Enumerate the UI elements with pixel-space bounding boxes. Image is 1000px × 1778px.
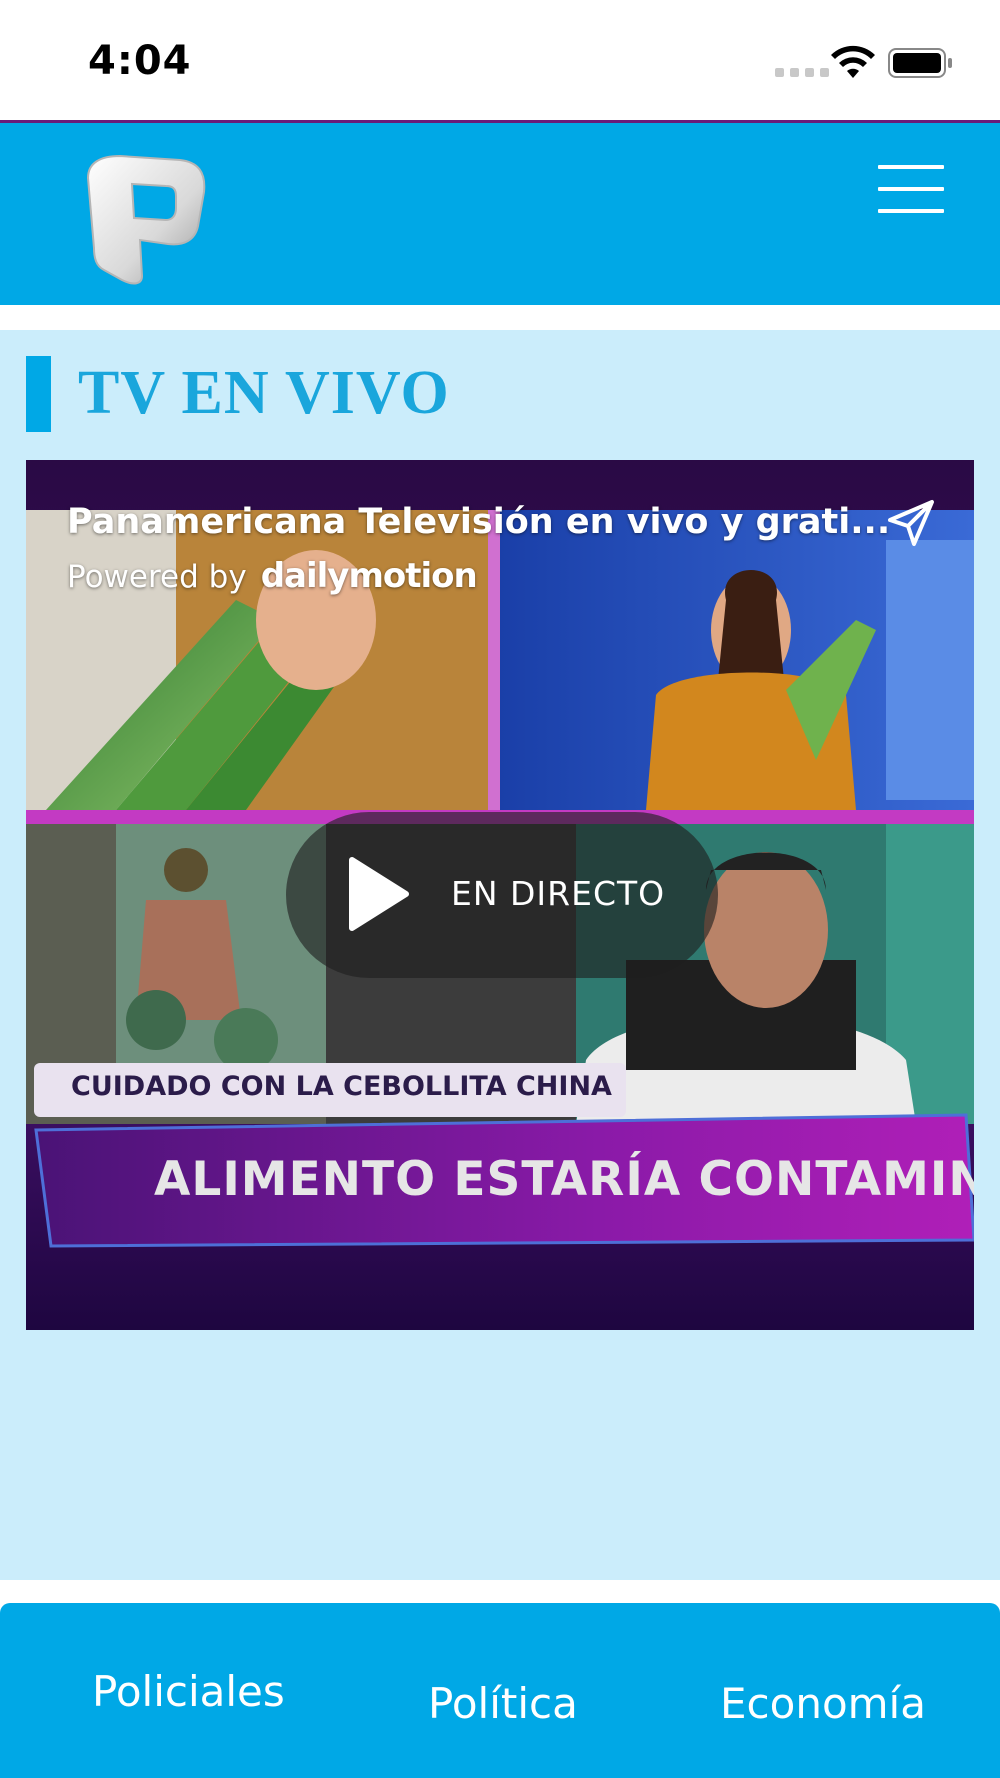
play-icon: [349, 857, 409, 931]
nav-item-policiales[interactable]: Policiales: [92, 1667, 285, 1716]
section-title: TV EN VIVO: [78, 359, 450, 427]
nav-item-politica[interactable]: Política: [428, 1679, 578, 1728]
live-label: EN DIRECTO: [451, 874, 666, 913]
battery-icon: [888, 48, 952, 78]
section-accent-bar: [26, 356, 51, 432]
bottom-nav: Policiales Política Economía: [0, 1603, 1000, 1778]
panamericana-logo[interactable]: [80, 148, 210, 288]
caption-chip-text: CUIDADO CON LA CEBOLLITA CHINA: [71, 1071, 612, 1102]
footer-gap: [0, 1580, 1000, 1603]
signal-dots-icon: [775, 68, 829, 77]
video-headline: ALIMENTO ESTARÍA CONTAMINA: [154, 1152, 974, 1207]
dailymotion-brand[interactable]: dailymotion: [261, 556, 478, 596]
live-play-button[interactable]: EN DIRECTO: [286, 812, 718, 978]
menu-button[interactable]: [878, 165, 950, 217]
status-time: 4:04: [88, 38, 192, 84]
app-header: [0, 120, 1000, 305]
powered-by-row: Powered by dailymotion: [67, 556, 478, 596]
video-title[interactable]: Panamericana Televisión en vivo y grati.…: [67, 502, 890, 542]
status-bar: 4:04: [0, 0, 1000, 120]
video-player[interactable]: Panamericana Televisión en vivo y grati.…: [26, 460, 974, 1330]
share-send-icon[interactable]: [886, 498, 936, 548]
wifi-icon: [831, 45, 875, 78]
powered-by-label: Powered by: [67, 559, 247, 595]
main-content: TV EN VIVO Panamericana Televisión en vi…: [0, 330, 1000, 1580]
nav-item-economia[interactable]: Economía: [720, 1679, 926, 1728]
header-gap: [0, 305, 1000, 330]
hamburger-menu-icon: [878, 165, 944, 169]
